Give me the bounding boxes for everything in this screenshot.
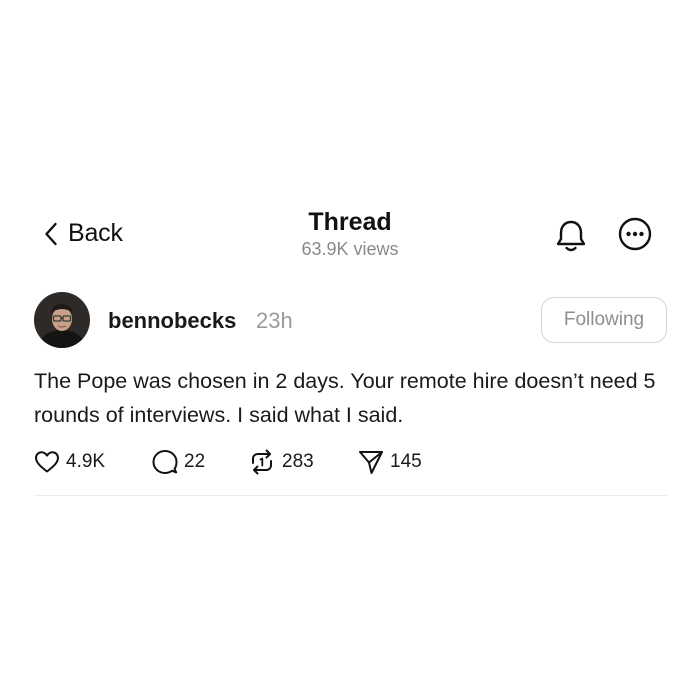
user-photo-icon xyxy=(34,292,90,348)
share-count: 145 xyxy=(390,451,422,472)
repost-button[interactable]: 283 xyxy=(248,449,358,475)
view-count: 63.9K views xyxy=(301,239,399,259)
post-text: The Pope was chosen in 2 days. Your remo… xyxy=(34,369,656,427)
like-count: 4.9K xyxy=(66,451,106,472)
following-button[interactable]: Following xyxy=(541,297,667,343)
post-timestamp: 23h xyxy=(256,308,293,333)
back-label: Back xyxy=(68,219,123,247)
more-icon xyxy=(618,217,652,251)
comment-icon xyxy=(152,450,178,474)
bell-icon xyxy=(556,220,586,252)
back-button[interactable]: Back xyxy=(44,219,123,248)
repost-count: 283 xyxy=(282,451,314,472)
comment-button[interactable]: 22 xyxy=(152,449,248,475)
post-actions: 4.9K 22 283 145 xyxy=(34,448,422,476)
share-button[interactable]: 145 xyxy=(358,449,422,475)
heart-icon xyxy=(35,451,59,473)
more-options-button[interactable] xyxy=(617,216,653,257)
header-title-group: Thread 63.9K views xyxy=(250,206,450,260)
thread-header: Back Thread 63.9K views xyxy=(0,200,700,270)
notifications-button[interactable] xyxy=(554,218,588,259)
comment-count: 22 xyxy=(184,451,206,472)
like-button[interactable]: 4.9K xyxy=(34,450,152,474)
divider xyxy=(34,495,667,496)
chevron-left-icon xyxy=(45,222,57,245)
repost-icon xyxy=(252,449,272,475)
avatar[interactable] xyxy=(34,292,90,348)
send-icon xyxy=(359,451,383,474)
page-title: Thread xyxy=(308,208,392,236)
username[interactable]: bennobecks xyxy=(108,308,236,334)
